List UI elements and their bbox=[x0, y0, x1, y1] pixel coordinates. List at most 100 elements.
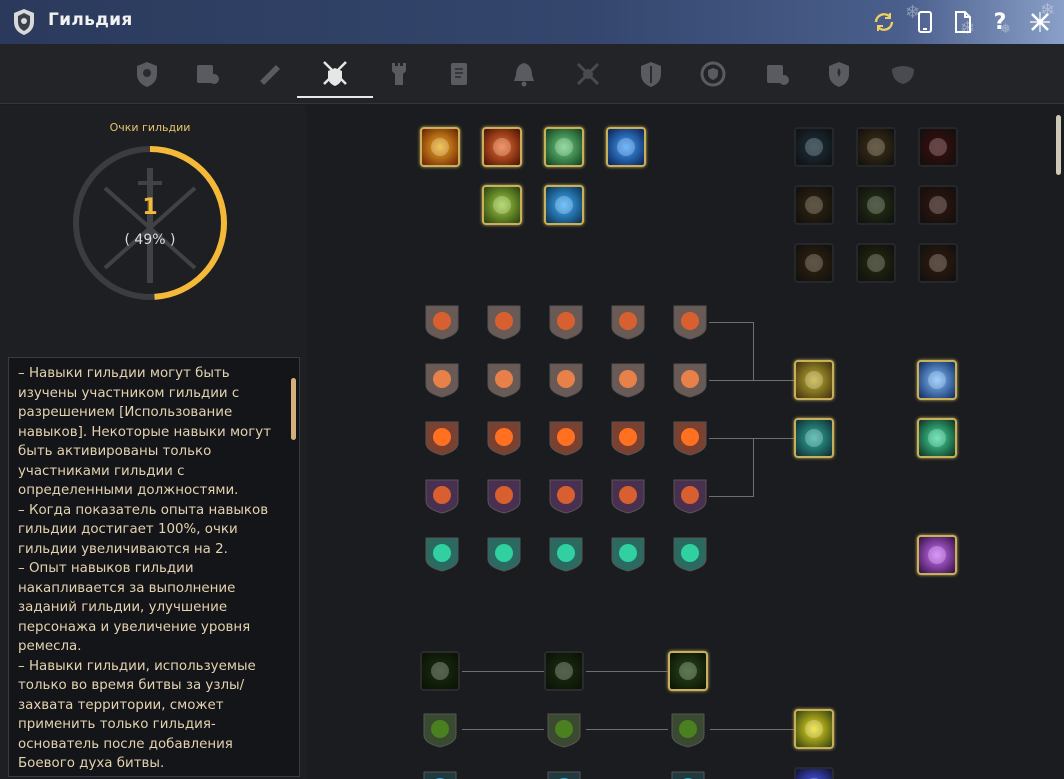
spiral-shield-skill-3[interactable] bbox=[546, 475, 586, 515]
sword-shield-skill-3[interactable] bbox=[546, 359, 586, 399]
tab-bar bbox=[0, 44, 1064, 104]
tab-guild-mask[interactable] bbox=[874, 50, 932, 98]
spiral-shield-skill-4[interactable] bbox=[608, 475, 648, 515]
tab-guild-skills[interactable] bbox=[297, 50, 373, 98]
aqua-shield-skill-2[interactable] bbox=[544, 767, 584, 779]
amber-wall-glyph-icon bbox=[805, 196, 823, 214]
link-row3 bbox=[709, 438, 754, 439]
fire-shield-skill-4[interactable] bbox=[608, 417, 648, 457]
tab-guild-emblem[interactable] bbox=[118, 50, 176, 98]
mobile-icon[interactable] bbox=[912, 9, 938, 35]
bronze-claw-skill[interactable] bbox=[794, 243, 834, 283]
yellow-bloom-skill[interactable] bbox=[794, 709, 834, 749]
dragon-shield-skill-3[interactable] bbox=[546, 301, 586, 341]
teal-guardian-skill[interactable] bbox=[794, 418, 834, 458]
spiral-shield-skill-2[interactable] bbox=[484, 475, 524, 515]
tab-guild-market[interactable] bbox=[748, 50, 806, 98]
violet-storm-skill[interactable] bbox=[917, 535, 957, 575]
guild-points-label: Очки гильдии bbox=[109, 121, 191, 134]
blood-beast-skill[interactable] bbox=[918, 185, 958, 225]
tab-guild-scroll[interactable] bbox=[240, 50, 298, 98]
shield-crest-icon bbox=[137, 62, 157, 87]
refresh-icon[interactable] bbox=[871, 9, 897, 35]
green-giant-skill[interactable] bbox=[544, 127, 584, 167]
link-bottom2-b bbox=[586, 729, 668, 730]
help-icon[interactable]: ? bbox=[987, 9, 1013, 35]
description-scrollbar[interactable] bbox=[291, 378, 296, 440]
sword-shield-skill-1[interactable] bbox=[422, 359, 462, 399]
dragon-shield-skill-2[interactable] bbox=[484, 301, 524, 341]
leaf-shield-2-skill[interactable] bbox=[544, 709, 584, 749]
tab-guild-members[interactable] bbox=[178, 50, 236, 98]
emerald-knight-skill[interactable] bbox=[917, 418, 957, 458]
leaf-shield-3-skill[interactable] bbox=[668, 709, 708, 749]
dragon-shield-skill-4[interactable] bbox=[608, 301, 648, 341]
guild-points-ring bbox=[73, 146, 227, 300]
olive-figure-skill[interactable] bbox=[856, 243, 896, 283]
dragon-shield-skill-1[interactable] bbox=[422, 301, 462, 341]
gold-wings-skill[interactable] bbox=[856, 127, 896, 167]
wind-shield-skill-1[interactable] bbox=[422, 533, 462, 573]
scroll-icon bbox=[260, 65, 280, 85]
link-bottom2-c bbox=[710, 729, 794, 730]
tab-guild-shield[interactable] bbox=[622, 50, 680, 98]
description-box[interactable]: – Навыки гильдии могут быть изучены учас… bbox=[8, 357, 300, 777]
nature-claw-glyph-icon bbox=[493, 196, 511, 214]
nature-claw-skill[interactable] bbox=[482, 185, 522, 225]
frost-blade-skill[interactable] bbox=[606, 127, 646, 167]
leaf-shield-1-skill[interactable] bbox=[420, 709, 460, 749]
link-row1-down bbox=[753, 322, 754, 380]
frost-blade-glyph-icon bbox=[617, 138, 635, 156]
dragon-shield-skill-5[interactable] bbox=[670, 301, 710, 341]
spiral-shield-skill-5[interactable] bbox=[670, 475, 710, 515]
bronze-claw-glyph-icon bbox=[805, 254, 823, 272]
amber-wall-skill[interactable] bbox=[794, 185, 834, 225]
fire-shield-skill-1[interactable] bbox=[422, 417, 462, 457]
wind-shield-skill-3[interactable] bbox=[546, 533, 586, 573]
olive-figure-glyph-icon bbox=[867, 254, 885, 272]
tab-guild-emblem-2[interactable] bbox=[684, 50, 742, 98]
fire-shield-skill-5[interactable] bbox=[670, 417, 710, 457]
document-icon[interactable] bbox=[950, 9, 976, 35]
sword-shield-skill-2[interactable] bbox=[484, 359, 524, 399]
wind-shield-skill-4[interactable] bbox=[608, 533, 648, 573]
fire-shield-skill-3[interactable] bbox=[546, 417, 586, 457]
tab-guild-war[interactable] bbox=[559, 50, 617, 98]
link-row1 bbox=[709, 322, 754, 323]
dark-aqua-skill[interactable] bbox=[794, 127, 834, 167]
forest-shadow-skill-3[interactable] bbox=[668, 651, 708, 691]
clover-skill[interactable] bbox=[856, 185, 896, 225]
aqua-shield-skill-3[interactable] bbox=[668, 767, 708, 779]
crimson-strike-skill[interactable] bbox=[918, 127, 958, 167]
ember-hand-skill[interactable] bbox=[918, 243, 958, 283]
wind-shield-skill-2[interactable] bbox=[484, 533, 524, 573]
tab-guild-tower[interactable] bbox=[370, 50, 428, 98]
flame-crest-skill[interactable] bbox=[482, 127, 522, 167]
forest-shadow-skill-2[interactable] bbox=[544, 651, 584, 691]
fire-shield-skill-2[interactable] bbox=[484, 417, 524, 457]
fire-guard-skill[interactable] bbox=[420, 127, 460, 167]
spiral-shield-skill-1[interactable] bbox=[422, 475, 462, 515]
wing-shield-skill[interactable] bbox=[917, 360, 957, 400]
aqua-shield-skill-1[interactable] bbox=[420, 767, 460, 779]
tab-guild-shield-fleur[interactable] bbox=[810, 50, 868, 98]
dark-aqua-glyph-icon bbox=[805, 138, 823, 156]
link-row2 bbox=[709, 380, 796, 381]
sword-shield-skill-5[interactable] bbox=[670, 359, 710, 399]
ember-hand-glyph-icon bbox=[929, 254, 947, 272]
golden-warrior-skill[interactable] bbox=[794, 360, 834, 400]
forest-shadow-skill-1[interactable] bbox=[420, 651, 460, 691]
close-icon[interactable] bbox=[1027, 9, 1053, 35]
tab-guild-bell[interactable] bbox=[495, 50, 553, 98]
tab-guild-quests[interactable] bbox=[430, 50, 488, 98]
forest-shadow-2-glyph-icon bbox=[555, 662, 573, 680]
skill-tree-scrollbar[interactable] bbox=[1056, 115, 1061, 175]
sword-shield-skill-4[interactable] bbox=[608, 359, 648, 399]
gold-wings-glyph-icon bbox=[867, 138, 885, 156]
skill-tree bbox=[307, 105, 1064, 779]
blue-orb-skill[interactable] bbox=[794, 767, 834, 779]
water-spirit-skill[interactable] bbox=[544, 185, 584, 225]
wind-shield-skill-5[interactable] bbox=[670, 533, 710, 573]
scroll-coins-icon bbox=[767, 65, 789, 85]
tower-icon bbox=[392, 63, 406, 85]
